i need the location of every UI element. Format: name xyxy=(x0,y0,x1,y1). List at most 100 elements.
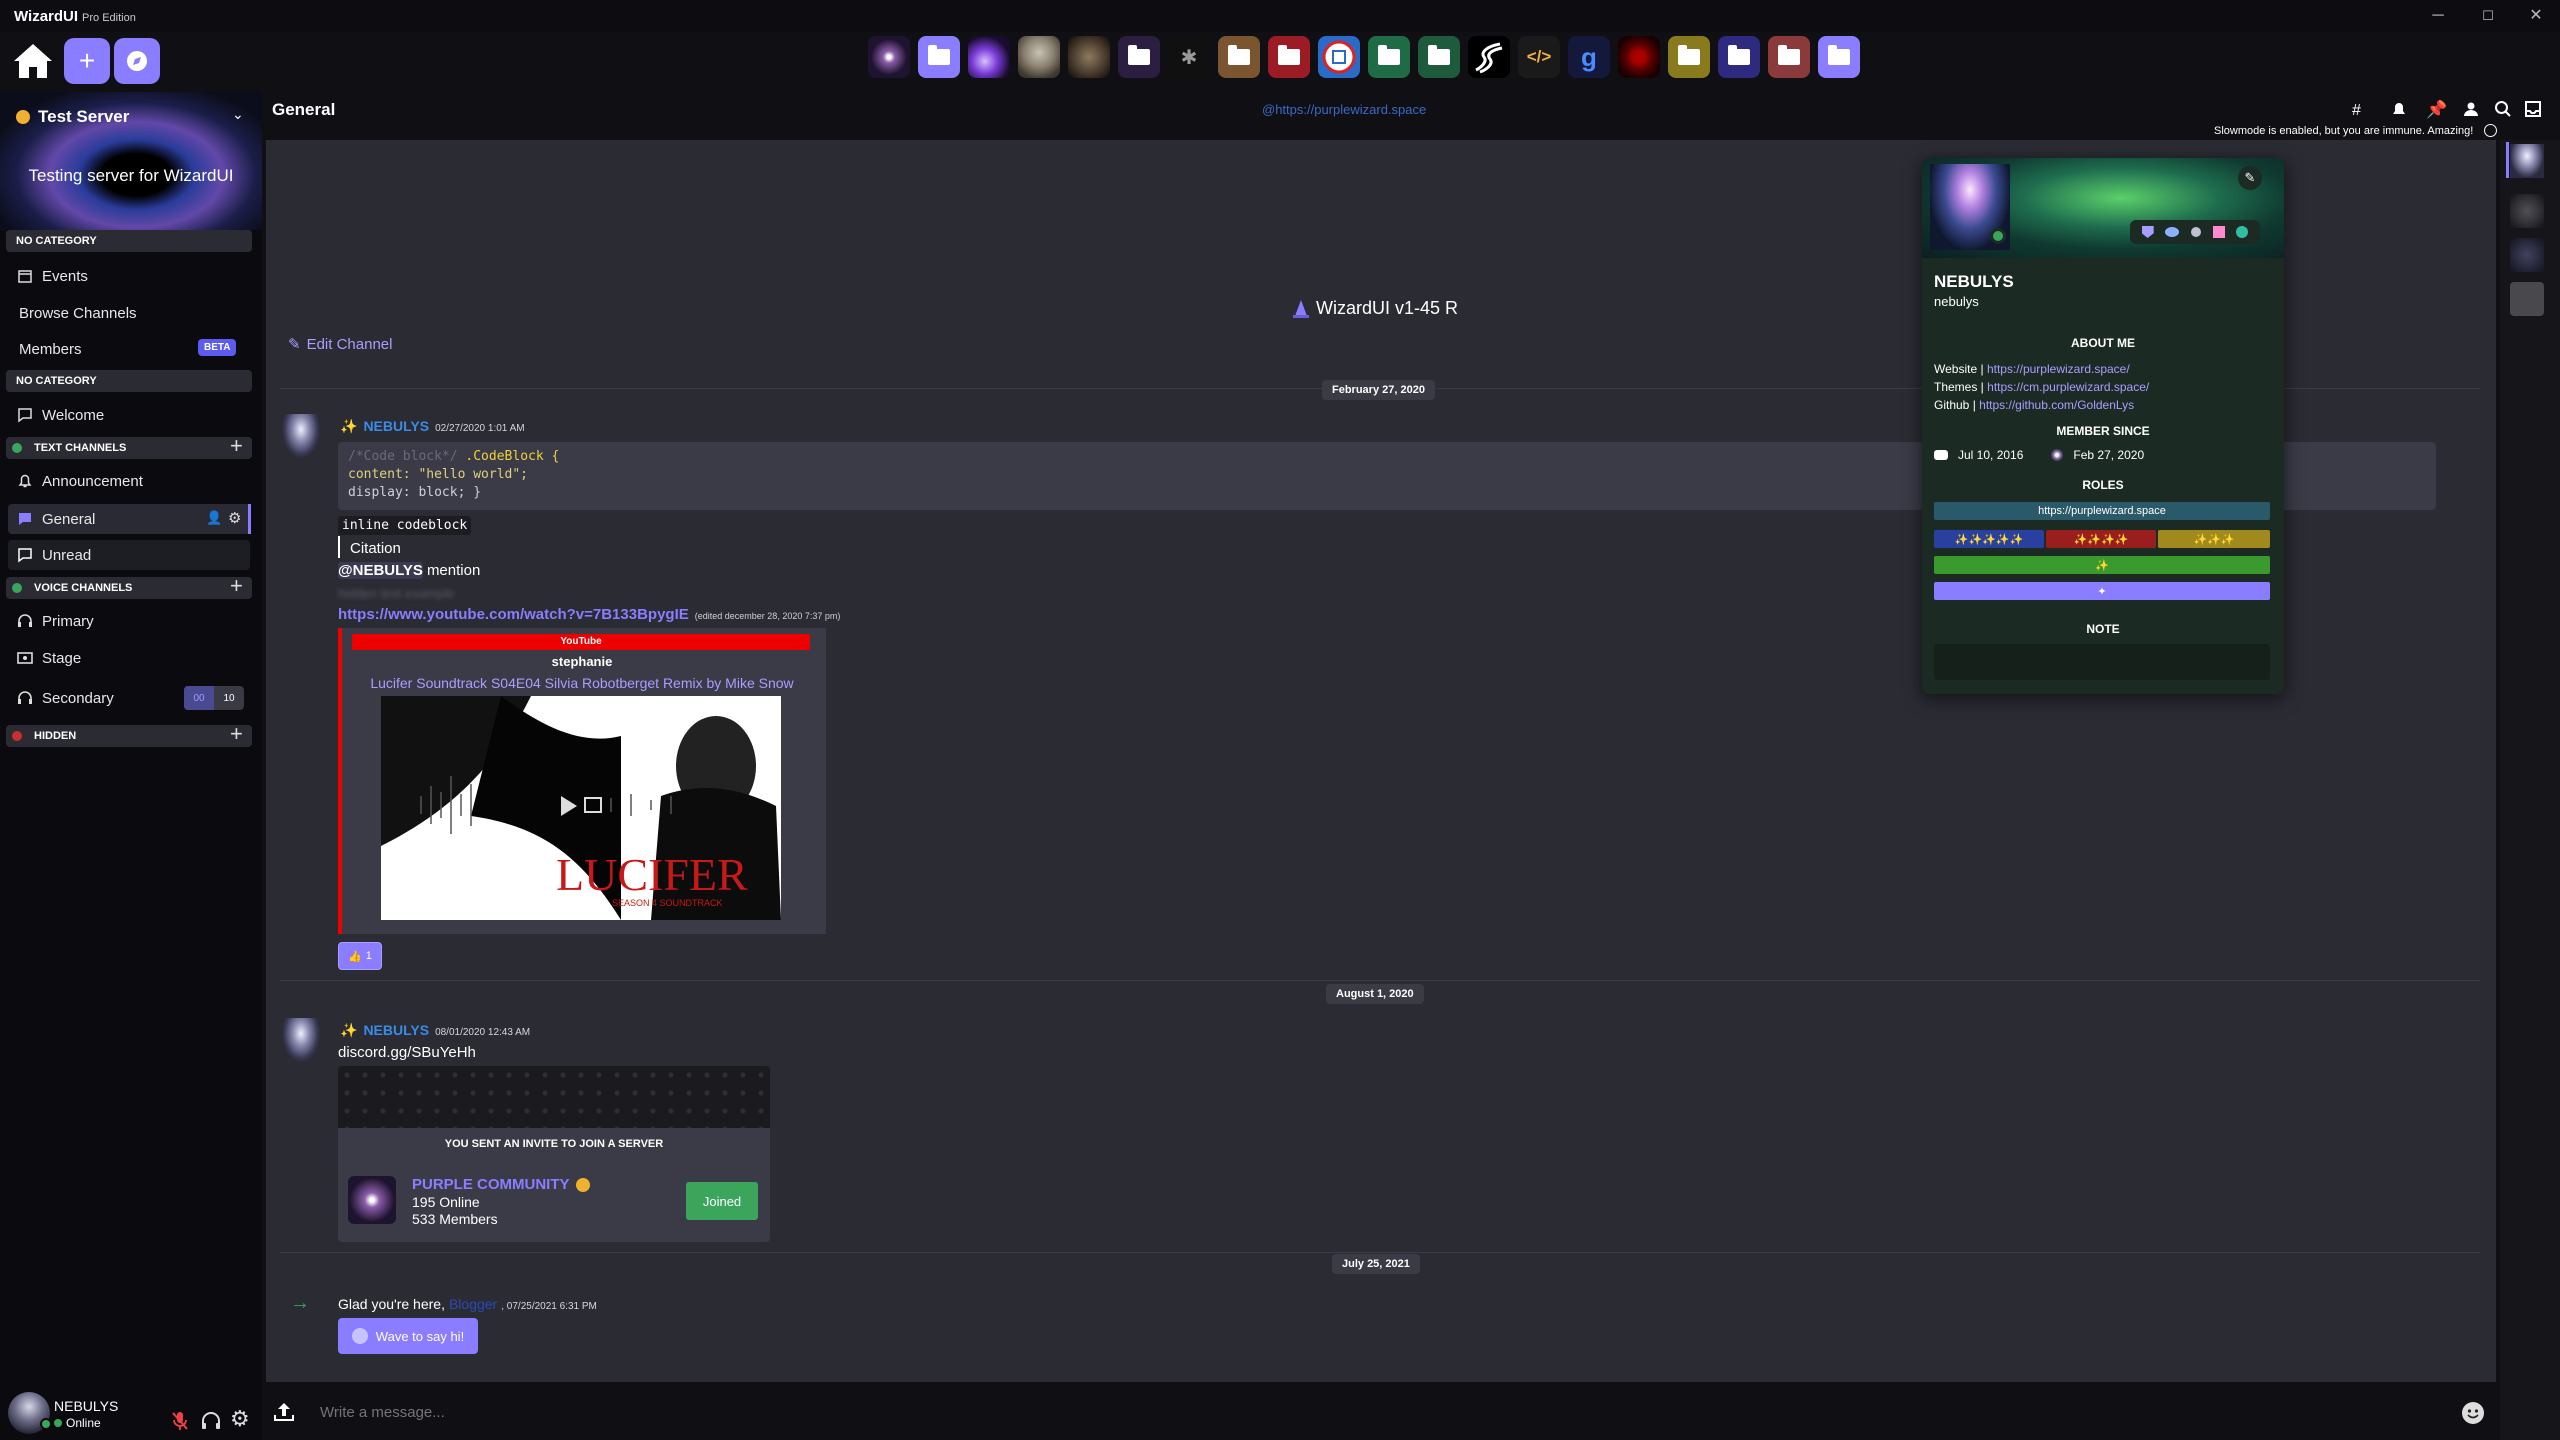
guild-folder-lavender[interactable] xyxy=(1818,36,1860,78)
settings-gear-icon[interactable]: ⚙ xyxy=(230,1406,250,1432)
plus-icon: + xyxy=(78,45,96,76)
home-icon[interactable] xyxy=(10,38,56,84)
avatar[interactable] xyxy=(2510,144,2544,178)
sidebar-item-stage[interactable]: Stage xyxy=(16,645,81,671)
explore-button[interactable] xyxy=(114,38,160,84)
guild-cat[interactable] xyxy=(1068,36,1110,78)
github-link[interactable]: https://github.com/GoldenLys xyxy=(1979,398,2134,412)
maximize-button[interactable]: ☐ xyxy=(2468,4,2508,28)
category-hidden[interactable]: HIDDEN xyxy=(6,725,252,747)
joined-user[interactable]: Blogger xyxy=(449,1296,497,1312)
user-mention[interactable]: @NEBULYS xyxy=(338,562,423,579)
sidebar-item-welcome[interactable]: Welcome xyxy=(16,402,104,428)
guild-folder-brown[interactable] xyxy=(1218,36,1260,78)
add-server-button[interactable]: + xyxy=(64,38,110,84)
guild-code[interactable]: </> xyxy=(1518,36,1560,78)
add-text-channel-icon[interactable]: + xyxy=(230,433,243,459)
upload-icon[interactable] xyxy=(272,1400,296,1424)
sidebar-item-unread[interactable]: Unread xyxy=(16,542,91,568)
notification-bell-icon[interactable] xyxy=(2390,100,2408,118)
youtube-link[interactable]: https://www.youtube.com/watch?v=7B133Bpy… xyxy=(338,606,689,623)
guild-folder-indigo[interactable] xyxy=(1718,36,1760,78)
chevron-down-icon[interactable]: ⌄ xyxy=(232,106,244,123)
role-badge[interactable]: ✨✨✨✨ xyxy=(2046,530,2156,548)
sidebar-item-announcement[interactable]: Announcement xyxy=(16,468,143,494)
mic-muted-icon[interactable] xyxy=(170,1410,190,1432)
server-name[interactable]: Test Server xyxy=(38,107,129,127)
headphones-icon[interactable] xyxy=(200,1410,222,1432)
guild-spider[interactable]: ✱ xyxy=(1168,36,1210,78)
invite-guild-name[interactable]: PURPLE COMMUNITY xyxy=(412,1176,570,1193)
guild-stylus[interactable] xyxy=(1468,36,1510,78)
sidebar-item-general[interactable]: General xyxy=(16,506,95,532)
sidebar-item-browse-channels[interactable]: Browse Channels xyxy=(19,300,137,326)
avatar[interactable] xyxy=(2510,194,2544,228)
user-status: Online xyxy=(54,1416,101,1430)
gear-icon[interactable]: ⚙ xyxy=(228,509,241,527)
minimize-button[interactable]: ─ xyxy=(2418,4,2458,28)
guild-red-eye[interactable] xyxy=(1618,36,1660,78)
category-no-category-1[interactable]: NO CATEGORY xyxy=(6,230,252,252)
embed-provider[interactable]: YouTube xyxy=(352,634,810,650)
threads-icon[interactable]: # xyxy=(2352,102,2361,120)
avatar[interactable] xyxy=(2510,282,2544,316)
guild-folder-green-1[interactable] xyxy=(1368,36,1410,78)
reaction-button[interactable]: 👍 1 xyxy=(338,942,382,970)
guild-folder-purple[interactable] xyxy=(918,36,960,78)
embed-author[interactable]: stephanie xyxy=(338,654,826,669)
category-text-channels[interactable]: TEXT CHANNELS xyxy=(6,437,252,459)
channel-topic[interactable]: @https://purplewizard.space xyxy=(1262,102,1426,117)
edit-channel-link[interactable]: ✎ Edit Channel xyxy=(288,335,392,354)
category-no-category-2[interactable]: NO CATEGORY xyxy=(6,370,252,392)
avatar[interactable] xyxy=(282,1018,320,1062)
nitro-badge-icon[interactable] xyxy=(2190,227,2201,237)
guild-folder-green-2[interactable] xyxy=(1418,36,1460,78)
wave-button[interactable]: Wave to say hi! xyxy=(338,1318,478,1354)
guild-nebula[interactable] xyxy=(868,36,910,78)
avatar[interactable] xyxy=(282,414,320,458)
inbox-icon[interactable] xyxy=(2524,100,2542,118)
gamepad-badge-icon[interactable] xyxy=(2165,227,2180,237)
add-voice-channel-icon[interactable]: + xyxy=(230,573,243,599)
guild-galaxy[interactable] xyxy=(968,36,1010,78)
guild-folder-red[interactable] xyxy=(1268,36,1310,78)
search-icon[interactable] xyxy=(2494,100,2512,118)
embed-title[interactable]: Lucifer Soundtrack S04E04 Silvia Robotbe… xyxy=(338,675,826,691)
sidebar-item-events[interactable]: Events xyxy=(16,263,88,289)
role-badge[interactable]: ✨✨✨✨✨ xyxy=(1934,530,2044,548)
guild-folder-rose[interactable] xyxy=(1768,36,1810,78)
category-voice-channels[interactable]: VOICE CHANNELS xyxy=(6,577,252,599)
joined-button[interactable]: Joined xyxy=(686,1182,758,1220)
invite-user-icon[interactable]: 👤 xyxy=(206,510,222,526)
sidebar-item-members[interactable]: Members xyxy=(19,336,82,362)
sidebar-item-primary[interactable]: Primary xyxy=(16,608,94,634)
guild-calendar[interactable] xyxy=(1318,36,1360,78)
note-input[interactable] xyxy=(1934,644,2270,680)
boost-badge-icon[interactable] xyxy=(2212,226,2225,238)
spoiler-text[interactable]: hidden text example xyxy=(338,586,454,601)
hypesquad-badge-icon[interactable] xyxy=(2236,226,2249,238)
role-badge[interactable]: ✨✨✨ xyxy=(2158,530,2270,548)
pin-icon[interactable]: 📌 xyxy=(2426,100,2447,120)
guild-icon[interactable] xyxy=(348,1176,396,1224)
avatar[interactable] xyxy=(2510,238,2544,272)
website-link[interactable]: https://purplewizard.space/ xyxy=(1987,362,2130,376)
guild-folder-gold[interactable] xyxy=(1668,36,1710,78)
add-hidden-channel-icon[interactable]: + xyxy=(230,721,243,747)
message-author[interactable]: NEBULYS xyxy=(363,418,429,434)
role-badge[interactable]: https://purplewizard.space xyxy=(1934,502,2270,520)
guild-owl[interactable] xyxy=(1018,36,1060,78)
role-badge[interactable]: ✨ xyxy=(1934,556,2270,574)
sidebar-item-secondary[interactable]: Secondary xyxy=(16,685,114,711)
role-badge[interactable]: ✦ xyxy=(1934,582,2270,600)
guild-g[interactable]: g xyxy=(1568,36,1610,78)
themes-link[interactable]: https://cm.purplewizard.space/ xyxy=(1987,380,2149,394)
emoji-icon[interactable] xyxy=(2462,1402,2484,1424)
member-list-icon[interactable] xyxy=(2462,100,2480,118)
message-author[interactable]: NEBULYS xyxy=(363,1022,429,1038)
shield-badge-icon[interactable] xyxy=(2141,226,2154,238)
guild-folder-dark[interactable] xyxy=(1118,36,1160,78)
edit-profile-pencil-icon[interactable]: ✎ xyxy=(2238,166,2262,190)
close-button[interactable]: ✕ xyxy=(2516,4,2556,28)
message-input[interactable] xyxy=(320,1396,2440,1428)
